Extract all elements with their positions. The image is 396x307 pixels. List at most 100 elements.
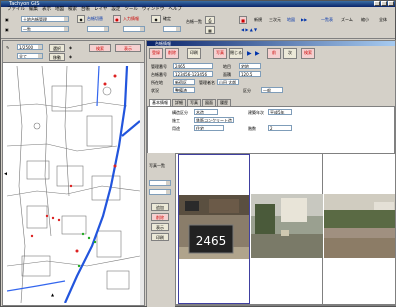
print-button[interactable]: ⎙ — [205, 16, 215, 24]
map-move-button[interactable]: 移動 — [49, 53, 65, 61]
tab-panel: 構造区分 木造 施工 鉄筋コンクリート造 用途 住宅 建築年次 平成5年 階数 … — [147, 106, 395, 154]
map-display-button[interactable]: 表示 — [115, 44, 141, 52]
toolbar-icon-b[interactable]: ▣ — [5, 27, 9, 32]
label-switch[interactable]: 台帳切替 — [87, 16, 103, 22]
label-input-info[interactable]: 入力情報 — [123, 16, 139, 22]
field-value-4[interactable]: 山田 太郎 — [217, 79, 239, 85]
field-value-3[interactable]: 整備済 — [173, 87, 195, 93]
detail-label-0: 構造区分 — [172, 110, 188, 115]
photo-thumbnail-1[interactable]: 2465 — [178, 154, 250, 304]
panel-search-button[interactable]: 検索 — [301, 48, 315, 59]
tab-basic[interactable]: 基本情報 — [149, 99, 171, 106]
photo-delete-button[interactable]: 削除 — [151, 213, 169, 221]
nav-next-icon[interactable]: ▶ — [255, 50, 260, 57]
prev-button[interactable]: 前 — [267, 48, 281, 59]
field-label-1: 台帳番号 — [151, 72, 167, 77]
photo-sidebar: 写真一覧 追加 削除 表示 印刷 — [147, 153, 175, 307]
photo-gallery: 2465 — [175, 153, 395, 305]
all-label[interactable]: 全体 — [379, 17, 387, 23]
tab-drawing[interactable]: 図面 — [202, 99, 216, 106]
label-new[interactable]: 新規 — [254, 17, 262, 23]
next-button[interactable]: 次 — [283, 48, 297, 59]
panel-close-button[interactable]: 閉じる — [229, 48, 243, 59]
field-label-2: 所在地 — [151, 80, 163, 85]
toolbar-icon-a[interactable]: ▣ — [5, 17, 9, 22]
label-ledger-list[interactable]: 台帳一覧 — [186, 19, 202, 25]
close-button[interactable] — [388, 1, 394, 6]
maximize-button[interactable] — [381, 1, 387, 6]
nav-prev-icon[interactable]: ▶ — [247, 50, 252, 57]
detail-label-2: 用途 — [172, 126, 180, 131]
photo-thumbnail-3[interactable] — [324, 154, 395, 304]
delete-button[interactable]: 削除 — [165, 48, 179, 59]
rfield-label-1: 面積 — [223, 72, 231, 77]
confirm-combo[interactable] — [163, 26, 181, 32]
photo-button[interactable]: ▦ — [205, 26, 215, 34]
map-scrollbar[interactable] — [140, 63, 144, 305]
map-canvas[interactable]: ▲ — [7, 66, 140, 303]
tab-detail[interactable]: 詳細 — [172, 99, 186, 106]
tab-photo[interactable]: 写真 — [187, 99, 201, 106]
map-icon-b[interactable]: ◈ — [69, 54, 72, 59]
detail-value-0[interactable]: 木造 — [194, 109, 218, 115]
map-tool-icon[interactable]: ✎ — [6, 45, 9, 50]
panel-photo-button[interactable]: 写真 — [213, 48, 227, 59]
map-select-button[interactable]: 選択 — [49, 44, 65, 52]
rfield-value-0[interactable]: 宅地 — [239, 63, 261, 69]
toolbar-icon-c[interactable]: ◆ — [77, 15, 85, 23]
field-value-1[interactable]: 123456-123456 — [173, 71, 213, 77]
label-3d[interactable]: 三次元 — [269, 17, 281, 23]
map-icon-a[interactable]: ◈ — [69, 45, 72, 50]
map-toolbar: 1/2500 全て ✎ 選択 移動 検索 表示 ◈ ◈ — [3, 41, 144, 63]
photo-sort-combo[interactable] — [149, 189, 171, 195]
detail-right-label-0: 建築年次 — [248, 110, 264, 115]
shrink-label[interactable]: 縮小 — [361, 17, 369, 23]
toolbar-icon-e[interactable]: ◆ — [151, 15, 161, 23]
area-combo[interactable]: 土地台帳管理 — [21, 16, 69, 22]
red-icon-button[interactable]: ■ — [239, 16, 247, 24]
photo-view-button[interactable]: 表示 — [151, 223, 169, 231]
input-combo[interactable] — [123, 26, 145, 32]
detail-right-label-1: 階数 — [248, 126, 256, 131]
photo-1-image: 2465 — [179, 195, 249, 259]
main-toolbar: 土地台帳管理 一覧 ▣ ▣ ◆ 台帳切替 ● 入力情報 ◆ 確定 台帳一覧 ⎙ … — [1, 13, 395, 39]
photo-add-button[interactable]: 追加 — [151, 203, 169, 211]
photo-sidebar-label: 写真一覧 — [149, 163, 165, 168]
toolbar-icon-d[interactable]: ● — [113, 15, 121, 23]
field-value-2[interactable]: 新宿区 — [173, 79, 195, 85]
app-window: Tachyon GIS ファイル 編集 表示 地図 検索 台帳 レイヤ 設定 ツ… — [0, 0, 396, 307]
field-value-0[interactable]: 2465 — [173, 63, 213, 69]
detail-right-value-1[interactable]: 2 — [268, 125, 292, 131]
field-label-0: 管理番号 — [151, 64, 167, 69]
map-layer-combo[interactable]: 全て — [17, 53, 43, 59]
photo-print-button[interactable]: 印刷 — [151, 233, 169, 241]
map-search-button[interactable]: 検索 — [89, 44, 111, 52]
photo-thumbnail-2[interactable] — [251, 154, 323, 304]
tab-history[interactable]: 履歴 — [217, 99, 231, 106]
photo-filter-combo[interactable] — [149, 180, 171, 186]
detail-right-value-0[interactable]: 平成5年 — [268, 109, 292, 115]
nav-icons[interactable]: ◀ ▶ ▲ ▼ — [241, 27, 257, 32]
detail-tabs: 基本情報 詳細 写真 図面 履歴 — [147, 99, 395, 106]
detail-value-1[interactable]: 鉄筋コンクリート造 — [194, 117, 234, 123]
map-arrow-icon[interactable]: ▶▶ — [301, 17, 307, 22]
scale-combo[interactable]: 1/2500 — [17, 44, 43, 50]
panel-toolbar: 登録 削除 印刷 写真 閉じる ▶ ▶ 前 次 検索 — [147, 46, 395, 61]
panel-print-button[interactable]: 印刷 — [187, 48, 201, 59]
rfield-label-0: 地目 — [223, 64, 231, 69]
rfield-value-2[interactable]: 一般 — [261, 87, 283, 93]
ledger-panel: 台帳情報 登録 削除 印刷 写真 閉じる ▶ ▶ 前 次 検索 管理番号 246… — [146, 40, 396, 307]
switch-combo[interactable] — [87, 26, 109, 32]
detail-value-2[interactable]: 住宅 — [194, 125, 224, 131]
map-drawing: ▲ — [7, 66, 140, 303]
field-label-4: 管理者名 — [199, 80, 215, 85]
register-button[interactable]: 登録 — [149, 48, 163, 59]
minimize-button[interactable] — [374, 1, 380, 6]
label-map[interactable]: 地図 — [287, 17, 295, 23]
detail-label-1: 施工 — [172, 118, 180, 123]
layer-combo[interactable]: 一覧 — [21, 26, 69, 32]
label-confirm[interactable]: 確定 — [163, 16, 171, 22]
rfield-value-1[interactable]: 120.5 — [239, 71, 261, 77]
zoom-label[interactable]: ズーム — [341, 17, 353, 23]
list-label[interactable]: 一覧表 — [321, 17, 333, 23]
